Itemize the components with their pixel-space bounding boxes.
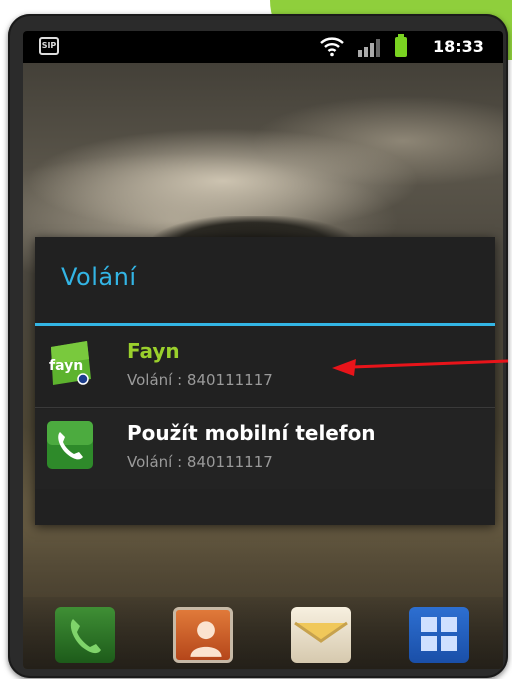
status-clock: 18:33 xyxy=(433,37,484,56)
voip-icon[interactable]: SIP xyxy=(39,37,59,55)
phone-icon xyxy=(47,421,93,469)
dock-phone-icon[interactable] xyxy=(55,607,115,663)
person-glyph xyxy=(190,621,222,657)
dock-app-grid-icon[interactable] xyxy=(409,607,469,663)
battery-icon xyxy=(395,34,407,57)
phone-handset-glyph xyxy=(70,619,101,654)
dock-contacts-icon[interactable] xyxy=(173,607,233,663)
fayn-logo-text: fayn xyxy=(49,358,83,374)
grid-glyph xyxy=(421,617,457,651)
dock xyxy=(23,597,503,669)
voip-badge-label: SIP xyxy=(41,41,57,50)
title-divider xyxy=(35,323,495,326)
row-divider xyxy=(35,407,495,408)
red-arrow-icon xyxy=(332,359,509,376)
option-mobile-phone[interactable]: Použít mobilní telefon Volání : 84011111… xyxy=(35,409,495,489)
fayn-logo-icon: fayn xyxy=(49,341,91,385)
dock-messages-icon[interactable] xyxy=(291,607,351,663)
signal-icon xyxy=(358,39,380,57)
option-subtitle: Volání : 840111117 xyxy=(127,371,273,389)
wifi-icon xyxy=(320,37,344,57)
option-title: Fayn xyxy=(127,339,180,363)
phone-screen: SIP 18:33 Volání fayn Fayn Volání: 8401… xyxy=(23,31,503,669)
status-bar: SIP 18:33 xyxy=(23,31,503,63)
envelope-glyph xyxy=(294,621,348,643)
option-subtitle: Volání : 840111117 xyxy=(127,453,273,471)
call-chooser-dialog: Volání fayn Fayn Volání : 840111117 Použ… xyxy=(35,237,495,525)
option-title: Použít mobilní telefon xyxy=(127,421,376,445)
dialog-title: Volání xyxy=(61,263,137,291)
